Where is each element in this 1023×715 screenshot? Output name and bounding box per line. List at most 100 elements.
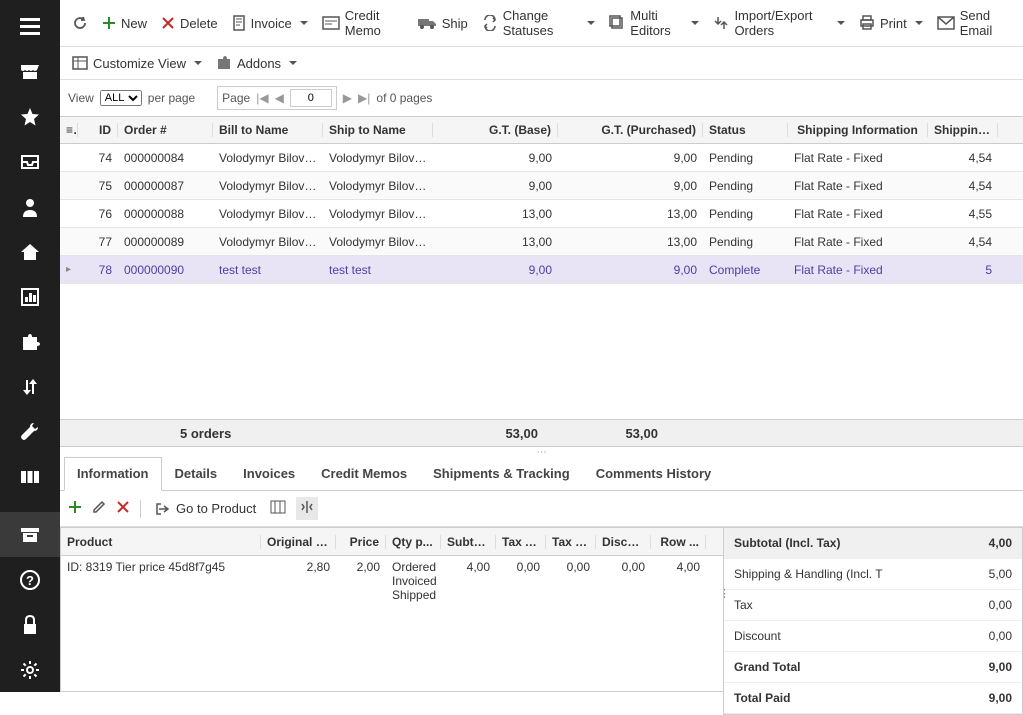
tab-comments[interactable]: Comments History [583,457,725,490]
edit-line-button[interactable] [92,500,106,517]
first-page-button[interactable]: |◀ [256,91,268,105]
home-icon[interactable] [0,229,60,274]
per-page-select[interactable]: ALL [100,90,142,106]
last-page-button[interactable]: ▶| [358,91,370,105]
customize-view-label: Customize View [93,56,186,71]
col-subtotal[interactable]: Subto... [441,535,496,549]
tab-shipments[interactable]: Shipments & Tracking [420,457,583,490]
col-row-total[interactable]: Row ... [651,535,706,549]
invoice-label: Invoice [251,16,292,31]
puzzle-icon[interactable] [0,319,60,364]
header-shipcost[interactable]: Shipping ... [928,123,998,137]
col-tax-percent[interactable]: Tax P... [546,535,596,549]
header-gtp[interactable]: G.T. (Purchased) [558,123,703,137]
multi-editors-label: Multi Editors [630,8,683,38]
delete-label: Delete [180,16,218,31]
line-sub: 4,00 [441,560,496,574]
orders-grid-footer: 5 orders 53,00 53,00 [60,419,1023,447]
wrench-icon[interactable] [0,409,60,454]
add-line-button[interactable] [68,500,82,517]
tab-invoices[interactable]: Invoices [230,457,308,490]
next-page-button[interactable]: ▶ [343,91,352,105]
print-button[interactable]: Print [855,13,927,33]
header-id[interactable]: ID [78,123,118,137]
menu-icon[interactable] [0,4,60,49]
line-product: ID: 8319 Tier price 45d8f7g45 [61,560,261,574]
print-label: Print [880,16,907,31]
delete-line-button[interactable] [116,500,130,517]
star-icon[interactable] [0,94,60,139]
send-email-button[interactable]: Send Email [933,6,1015,40]
split-button[interactable] [296,497,318,520]
header-indicator: ≡ [60,123,78,137]
columns-icon[interactable] [0,454,60,499]
footer-gtb: 53,00 [323,426,538,441]
archive-icon[interactable] [0,512,60,557]
view-label: View [68,91,94,105]
chart-icon[interactable] [0,274,60,319]
addons-label: Addons [237,56,281,71]
col-tax-amount[interactable]: Tax A... [496,535,546,549]
prev-page-button[interactable]: ◀ [275,91,284,105]
ship-button[interactable]: Ship [413,14,472,33]
tab-credit-memos[interactable]: Credit Memos [308,457,420,490]
col-product[interactable]: Product [61,535,261,549]
orders-grid-header: ≡ ID Order # Bill to Name Ship to Name G… [60,116,1023,144]
import-export-button[interactable]: Import/Export Orders [709,6,849,40]
col-discount[interactable]: Disco... [596,535,651,549]
col-qty[interactable]: Qty p... [386,535,441,549]
col-price[interactable]: Price [336,535,386,549]
line-ta: 0,00 [496,560,546,574]
refresh-button[interactable] [68,13,92,33]
horizontal-splitter[interactable]: ⋯ [60,447,1023,457]
table-row[interactable]: 74 000000084 Volodymyr Bilovus Volodymyr… [60,144,1023,172]
header-status[interactable]: Status [703,123,788,137]
header-order[interactable]: Order # [118,123,213,137]
header-bill[interactable]: Bill to Name [213,123,323,137]
line-row[interactable]: ID: 8319 Tier price 45d8f7g45 2,80 2,00 … [61,556,723,602]
columns-button[interactable] [270,500,286,517]
goto-product-button[interactable]: Go to Product [151,499,260,518]
table-row[interactable]: 77 000000089 Volodymyr Bilovus Volodymyr… [60,228,1023,256]
ship-label: Ship [442,16,468,31]
bottom-panels: Product Original Pr... Price Qty p... Su… [60,527,1023,692]
of-pages-label: of 0 pages [376,91,432,105]
help-icon[interactable]: ? [0,557,60,602]
transfer-icon[interactable] [0,364,60,409]
shipping-value: 5,00 [989,567,1012,581]
credit-memo-button[interactable]: Credit Memo [318,6,407,40]
page-input[interactable] [290,89,332,107]
tax-value: 0,00 [989,598,1012,612]
tab-details[interactable]: Details [162,457,231,490]
store-icon[interactable] [0,49,60,94]
line-price: 2,00 [336,560,386,574]
footer-count: 5 orders [60,426,323,441]
inbox-icon[interactable] [0,139,60,184]
header-gtb[interactable]: G.T. (Base) [433,123,558,137]
tab-information[interactable]: Information [64,457,162,491]
delete-button[interactable]: Delete [157,14,222,33]
table-row[interactable]: ▸ 78 000000090 test test test test 9,00 … [60,256,1023,284]
new-button[interactable]: New [98,14,151,33]
user-icon[interactable] [0,184,60,229]
lock-icon[interactable] [0,602,60,647]
svg-text:?: ? [26,573,34,588]
left-sidebar: ? [0,0,60,692]
invoice-button[interactable]: Invoice [228,13,312,33]
header-ship[interactable]: Ship to Name [323,123,433,137]
paid-value: 9,00 [989,691,1012,705]
table-row[interactable]: 76 000000088 Volodymyr Bilovus Volodymyr… [60,200,1023,228]
table-row[interactable]: 75 000000087 Volodymyr Bilovus Volodymyr… [60,172,1023,200]
header-shipinfo[interactable]: Shipping Information [788,123,928,137]
addons-button[interactable]: Addons [212,53,301,73]
gear-icon[interactable] [0,647,60,692]
change-statuses-label: Change Statuses [503,8,580,38]
discount-label: Discount [734,629,781,643]
multi-editors-button[interactable]: Multi Editors [605,6,703,40]
customize-view-button[interactable]: Customize View [68,53,206,73]
import-export-label: Import/Export Orders [734,8,829,38]
change-statuses-button[interactable]: Change Statuses [478,6,600,40]
new-label: New [121,16,147,31]
line-disc: 0,00 [596,560,651,574]
col-original-price[interactable]: Original Pr... [261,535,336,549]
